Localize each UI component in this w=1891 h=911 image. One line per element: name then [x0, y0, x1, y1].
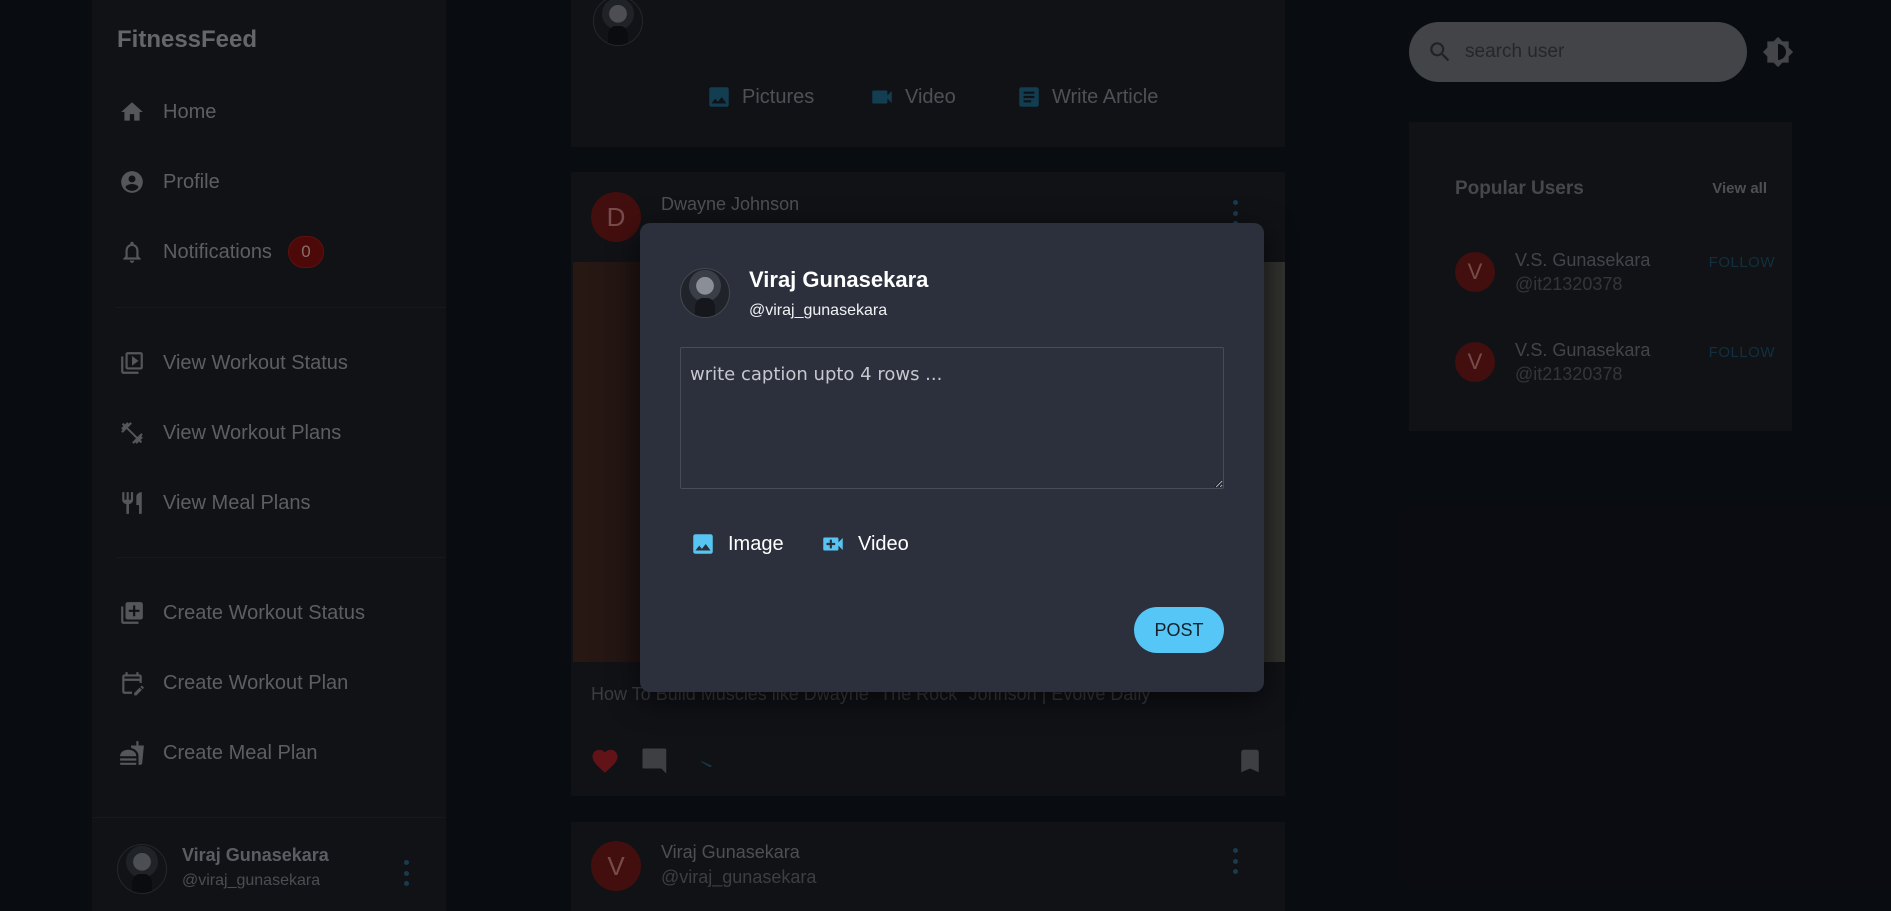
caption-textarea[interactable] [680, 347, 1224, 489]
image-icon [693, 534, 713, 554]
attach-label: Video [858, 532, 909, 555]
avatar [680, 268, 730, 318]
post-button[interactable]: POST [1134, 607, 1224, 653]
attach-video-button[interactable]: Video [820, 531, 909, 557]
create-post-dialog: Viraj Gunasekara @viraj_gunasekara Image… [640, 223, 1264, 692]
attach-image-button[interactable]: Image [690, 531, 784, 557]
video-call-icon [823, 537, 843, 551]
attach-label: Image [728, 532, 784, 555]
dialog-user-handle: @viraj_gunasekara [749, 302, 888, 319]
dialog-user-name: Viraj Gunasekara [749, 267, 929, 292]
